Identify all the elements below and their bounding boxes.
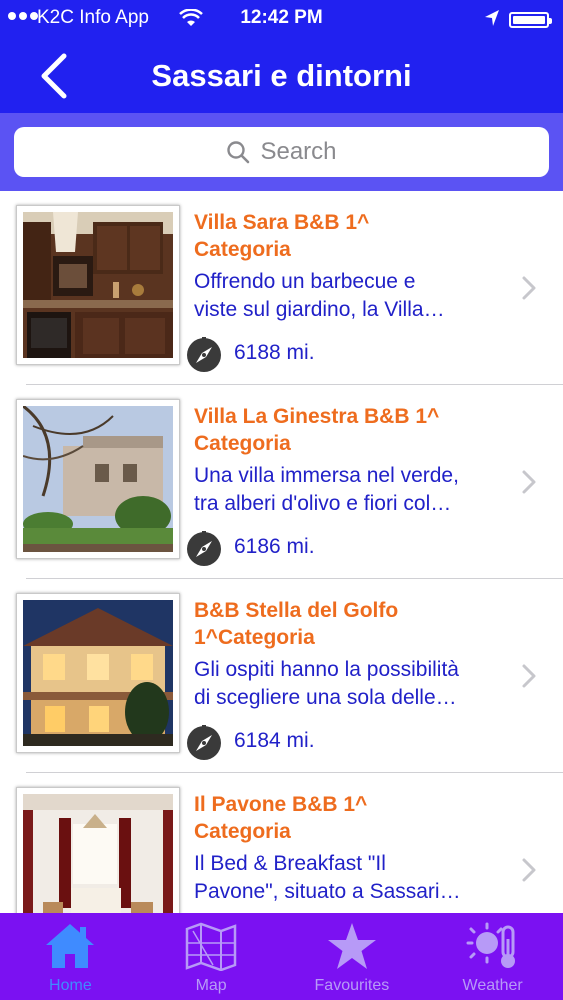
listing-description: Una villa immersa nel verde, tra alberi … [194, 462, 514, 518]
listing-description-line: viste sul giardino, la Villa… [194, 298, 445, 321]
tab-label: Favourites [314, 977, 390, 994]
chevron-right-icon [522, 470, 536, 494]
battery-icon [509, 12, 552, 28]
tab-label: Home [49, 977, 92, 994]
search-input[interactable]: Search [14, 127, 549, 177]
tab-map[interactable]: Map [141, 913, 282, 1000]
star-icon [327, 923, 376, 969]
listing-title-line: 1^Categoria [194, 626, 315, 649]
top-bar: K2C Info App 12:42 PM Sassari e dintorni [0, 0, 563, 113]
listing-distance: 6184 mi. [234, 729, 315, 752]
status-time: 12:42 PM [240, 7, 323, 28]
listing-description: Gli ospiti hanno la possibilità di scegl… [194, 656, 514, 712]
listing-description-line: Il Bed & Breakfast "Il [194, 852, 386, 875]
listing-description-line: tra alberi d'olivo e fiori col… [194, 492, 452, 515]
search-icon [227, 141, 250, 164]
listing-title-line: Villa La Ginestra B&B 1^ [194, 405, 440, 428]
chevron-right-icon [522, 276, 536, 300]
map-icon [185, 922, 237, 971]
listing-title: Villa La Ginestra B&B 1^ Categoria [194, 403, 494, 457]
listing-title-line: B&B Stella del Golfo [194, 599, 399, 622]
listing-description: Il Bed & Breakfast "Il Pavone", situato … [194, 850, 514, 906]
search-placeholder: Search [260, 138, 337, 165]
tab-bar: Home Map Favourites Weather [0, 913, 563, 1000]
tab-label: Map [195, 977, 227, 994]
location-arrow-icon [485, 10, 499, 26]
chevron-right-icon [522, 664, 536, 688]
tab-favourites[interactable]: Favourites [282, 913, 423, 1000]
listing-description-line: Offrendo un barbecue e [194, 270, 416, 293]
listing-title-line: Categoria [194, 238, 291, 261]
listing-thumbnail [16, 787, 180, 913]
listing-distance: 6186 mi. [234, 535, 315, 558]
listing-distance: 6188 mi. [234, 341, 315, 364]
list-item[interactable]: Villa La Ginestra B&B 1^ Categoria Una v… [0, 385, 563, 579]
home-icon [46, 924, 95, 968]
list-item[interactable]: Villa Sara B&B 1^ Categoria Offrendo un … [0, 191, 563, 385]
chevron-right-icon [522, 858, 536, 882]
compass-icon [187, 725, 221, 760]
search-bar: Search [0, 113, 563, 191]
tab-home[interactable]: Home [0, 913, 141, 1000]
listing-thumbnail [16, 593, 180, 753]
listing-title: B&B Stella del Golfo 1^Categoria [194, 597, 494, 651]
listing-description-line: Pavone", situato a Sassari… [194, 880, 461, 903]
tab-weather[interactable]: Weather [422, 913, 563, 1000]
listing-description: Offrendo un barbecue e viste sul giardin… [194, 268, 514, 324]
compass-icon [187, 337, 221, 372]
villa-garden-photo [23, 406, 173, 552]
listing-description-line: Gli ospiti hanno la possibilità [194, 658, 459, 681]
kitchen-photo [23, 212, 173, 358]
tab-label: Weather [462, 977, 523, 994]
house-night-photo [23, 600, 173, 746]
listing-title: Il Pavone B&B 1^ Categoria [194, 791, 494, 845]
interior-photo [23, 794, 173, 913]
list-item[interactable]: Il Pavone B&B 1^ Categoria Il Bed & Brea… [0, 773, 563, 913]
listing-title: Villa Sara B&B 1^ Categoria [194, 209, 494, 263]
listing-title-line: Categoria [194, 820, 291, 843]
list-item[interactable]: B&B Stella del Golfo 1^Categoria Gli osp… [0, 579, 563, 773]
page-title: Sassari e dintorni [151, 58, 412, 93]
listing-description-line: di scegliere una sola delle… [194, 686, 457, 709]
weather-icon [466, 922, 515, 968]
listing-thumbnail [16, 399, 180, 559]
status-bar: K2C Info App 12:42 PM [0, 0, 563, 38]
compass-icon [187, 531, 221, 566]
listing-title-line: Il Pavone B&B 1^ [194, 793, 368, 816]
listing-title-line: Villa Sara B&B 1^ [194, 211, 370, 234]
listing-description-line: Una villa immersa nel verde, [194, 464, 459, 487]
listing-list: Villa Sara B&B 1^ Categoria Offrendo un … [0, 191, 563, 913]
listing-thumbnail [16, 205, 180, 365]
listing-title-line: Categoria [194, 432, 291, 455]
